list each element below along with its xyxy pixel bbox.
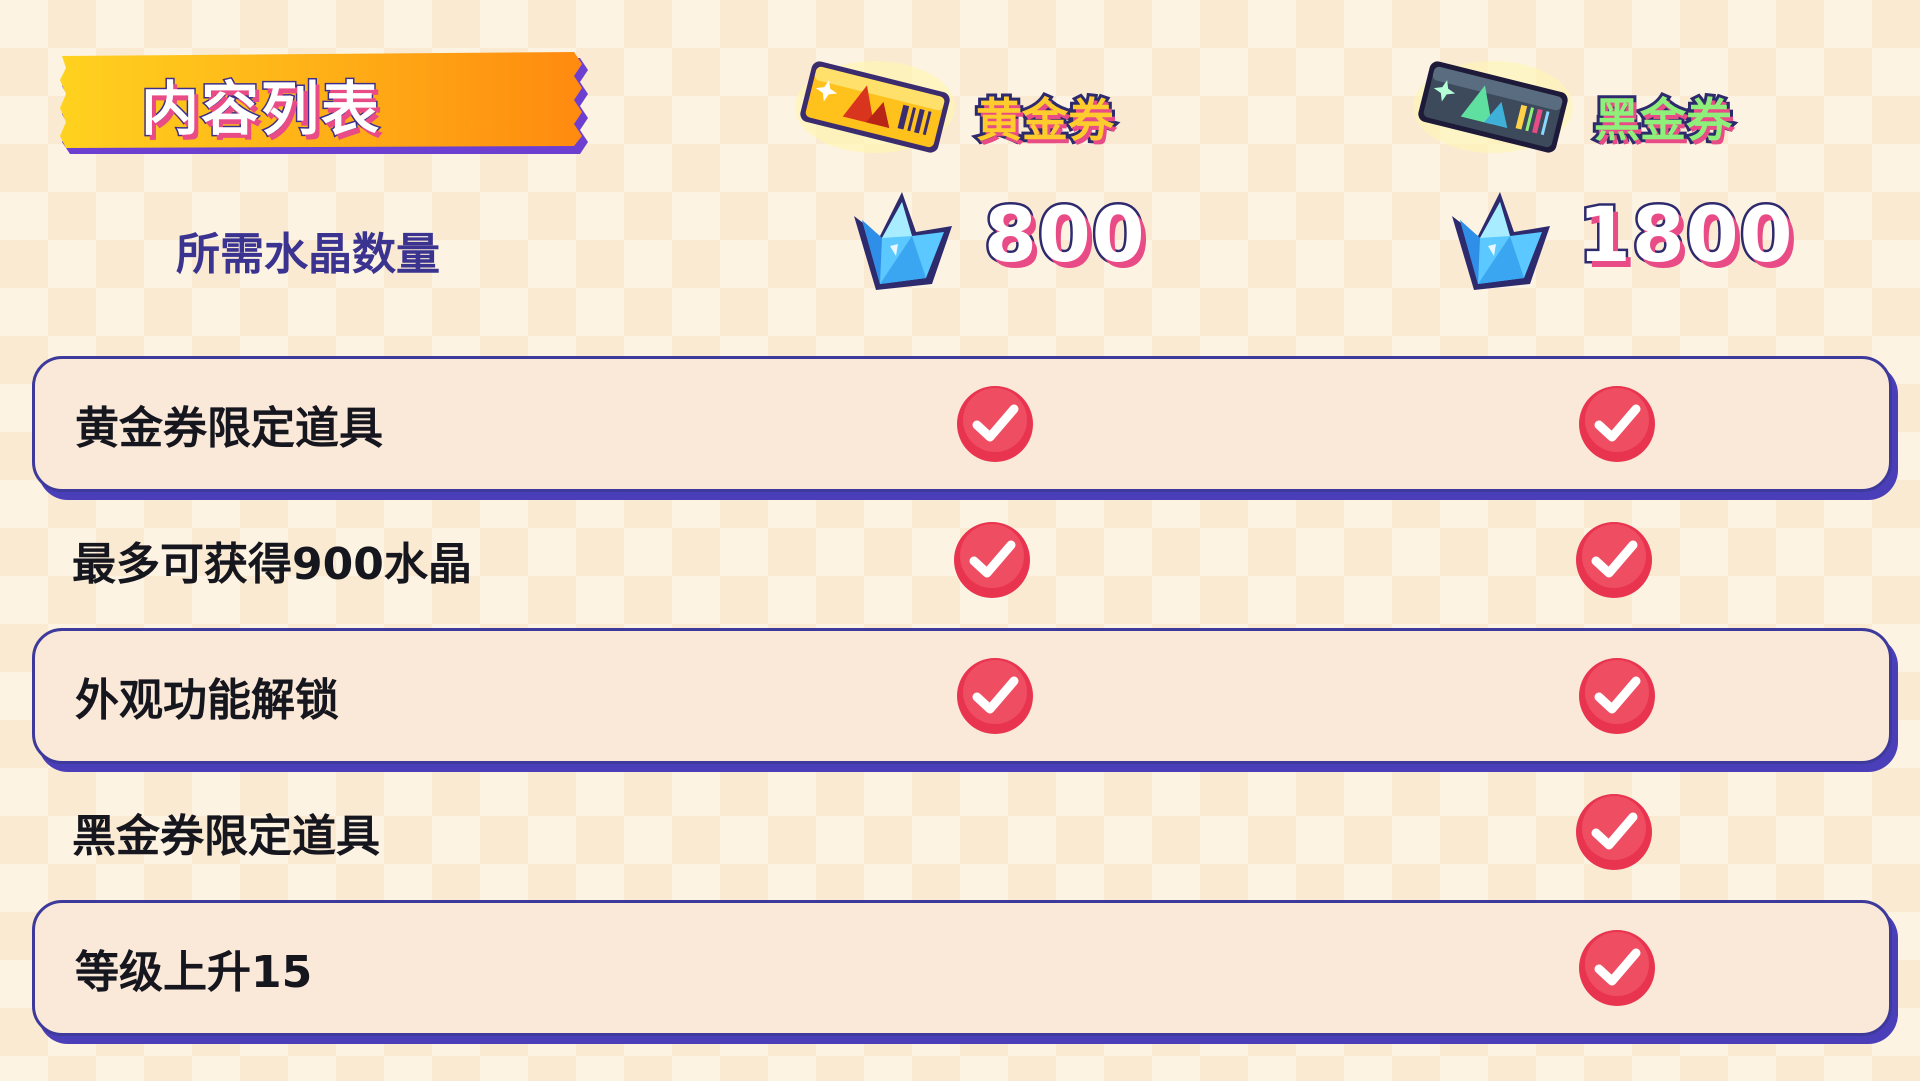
crystal-requirement-label: 所需水晶数量 <box>176 229 440 280</box>
checkmark-icon <box>954 522 1030 598</box>
black-pass-header: 黑金券 <box>1408 52 1768 162</box>
table-row: 黑金券限定道具 <box>32 764 1892 900</box>
checkmark-icon <box>1576 522 1652 598</box>
page-title: 内容列表 <box>139 74 381 145</box>
title-ribbon: 内容列表 <box>60 50 592 158</box>
row-label: 最多可获得900水晶 <box>72 539 472 590</box>
checkmark-icon <box>957 658 1033 734</box>
checkmark-icon <box>1576 794 1652 870</box>
gold-pass-price: 800 <box>982 188 1148 282</box>
table-row: 外观功能解锁 <box>32 628 1892 764</box>
checkmark-icon <box>957 386 1033 462</box>
black-ticket-icon <box>1413 61 1573 153</box>
black-pass-name: 黑金券 <box>1591 90 1735 150</box>
row-label: 外观功能解锁 <box>75 675 339 726</box>
gold-ticket-icon <box>795 61 955 153</box>
checkmark-icon <box>1579 658 1655 734</box>
checkmark-icon <box>1579 386 1655 462</box>
table-row: 等级上升15 <box>32 900 1892 1036</box>
table-row: 最多可获得900水晶 <box>32 492 1892 628</box>
black-pass-price: 1800 <box>1576 188 1796 282</box>
crystal-icon <box>1452 192 1550 290</box>
gold-pass-name: 黄金券 <box>973 90 1117 150</box>
row-label: 黄金券限定道具 <box>75 403 383 454</box>
row-label: 等级上升15 <box>75 947 313 998</box>
checkmark-icon <box>1579 930 1655 1006</box>
gold-pass-header: 黄金券 <box>790 52 1150 162</box>
table-row: 黄金券限定道具 <box>32 356 1892 492</box>
crystal-icon <box>854 192 952 290</box>
row-label: 黑金券限定道具 <box>72 811 380 862</box>
